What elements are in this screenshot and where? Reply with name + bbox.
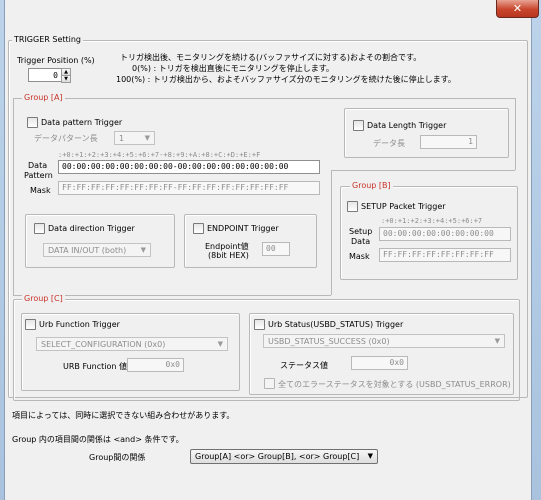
setup-data-label-2: Data: [351, 237, 371, 246]
data-pattern-length-select[interactable]: 1 ▼: [114, 131, 155, 145]
trigger-desc-3: 100(%) : トリガ検出から、およそバッファサイズ分のモニタリングを続けた後…: [116, 75, 456, 84]
setup-mask-input[interactable]: FF:FF:FF:FF:FF:FF:FF:FF: [379, 248, 511, 262]
data-length-label: データ長: [373, 139, 405, 148]
trigger-position-label: Trigger Position (%): [17, 56, 95, 65]
setup-packet-trigger-label: SETUP Packet Trigger: [361, 202, 446, 211]
chevron-down-icon: ▼: [217, 340, 223, 348]
trigger-desc-2: 0(%) : トリガを検出直後にモニタリングを停止します。: [132, 64, 334, 73]
chevron-down-icon: ▼: [494, 337, 500, 345]
data-length-frame: [344, 108, 509, 158]
endpoint-trigger-checkbox[interactable]: [193, 223, 204, 234]
urb-status-trigger-checkbox[interactable]: [254, 319, 265, 330]
urb-function-value-label: URB Function 値: [63, 362, 128, 371]
data-length-trigger-label: Data Length Trigger: [367, 121, 447, 130]
data-pattern-ruler: :+0:+1:+2:+3:+4:+5:+6:+7-+8:+9:+A:+8:+C:…: [58, 151, 261, 159]
endpoint-frame: [184, 214, 317, 268]
close-icon: ✕: [512, 2, 523, 15]
all-errors-label: 全てのエラーステータスを対象とする (USBD_STATUS_ERROR): [278, 380, 511, 389]
endpoint-value-label-2: (8bit HEX): [208, 251, 249, 260]
chevron-down-icon: ▼: [367, 452, 373, 460]
setup-mask-label: Mask: [349, 252, 370, 261]
trigger-position-value: 0: [53, 71, 58, 80]
group-relation-note: Group 内の項目間の関係は <and> 条件です。: [12, 435, 184, 444]
urb-function-trigger-checkbox[interactable]: [25, 319, 36, 330]
setup-packet-trigger-checkbox[interactable]: [347, 201, 358, 212]
urb-function-trigger-label: Urb Function Trigger: [39, 320, 120, 329]
data-length-trigger-checkbox[interactable]: [353, 120, 364, 131]
trigger-desc-1: トリガ検出後、モニタリングを続ける(バッファサイズに対する)およその割合です。: [120, 53, 422, 62]
trigger-position-input[interactable]: 0: [28, 68, 62, 82]
data-length-input[interactable]: 1: [420, 135, 477, 149]
endpoint-value-input[interactable]: 00: [262, 242, 290, 256]
data-pattern-mask-input[interactable]: FF:FF:FF:FF:FF:FF:FF:FF-FF:FF:FF:FF:FF:F…: [58, 181, 320, 195]
all-errors-checkbox[interactable]: [264, 378, 275, 389]
urb-status-trigger-label: Urb Status(USBD_STATUS) Trigger: [268, 320, 404, 329]
urb-status-value-input[interactable]: 0x0: [351, 356, 408, 370]
setup-data-input[interactable]: 00:00:00:00:00:00:00:00: [379, 227, 511, 241]
data-pattern-label-1: Data: [28, 161, 48, 170]
group-relation-select[interactable]: Group[A] <or> Group[B], <or> Group[C] ▼: [190, 449, 378, 464]
endpoint-trigger-label: ENDPOINT Trigger: [207, 224, 279, 233]
group-relation-label: Group間の関係: [89, 453, 146, 462]
data-pattern-input[interactable]: 00:00:00:00:00:00:00:00-00:00:00:00:00:0…: [58, 160, 320, 174]
group-b-legend: Group [B]: [350, 181, 393, 190]
group-c-legend: Group [C]: [22, 294, 65, 303]
data-pattern-mask-label: Mask: [30, 186, 51, 195]
data-direction-trigger-checkbox[interactable]: [34, 223, 45, 234]
setup-packet-ruler: :+0:+1:+2:+3:+4:+5:+6:+7: [381, 217, 483, 225]
urb-function-value-input[interactable]: 0x0: [127, 358, 184, 372]
data-pattern-label-2: Pattern: [24, 171, 53, 180]
close-button[interactable]: ✕: [496, 0, 539, 18]
data-direction-select[interactable]: DATA IN/OUT (both) ▼: [43, 243, 151, 257]
urb-status-select[interactable]: USBD_STATUS_SUCCESS (0x0) ▼: [263, 334, 505, 348]
urb-status-value-label: ステータス値: [280, 361, 328, 370]
trigger-setting-title: TRIGGER Setting: [12, 35, 84, 44]
group-a-legend: Group [A]: [22, 93, 65, 102]
chevron-down-icon: ▼: [140, 246, 146, 254]
setup-data-label-1: Setup: [349, 227, 373, 236]
group-a-frame: [13, 98, 515, 99]
spin-down-button[interactable]: ▼: [61, 75, 71, 83]
data-pattern-length-label: データパターン長: [34, 134, 98, 143]
data-pattern-trigger-checkbox[interactable]: [27, 117, 38, 128]
chevron-down-icon: ▼: [144, 134, 150, 142]
urb-function-select[interactable]: SELECT_CONFIGURATION (0x0) ▼: [36, 337, 228, 351]
data-direction-frame: [25, 214, 175, 268]
data-direction-trigger-label: Data direction Trigger: [48, 224, 135, 233]
combination-note: 項目によっては、同時に選択できない組み合わせがあります。: [12, 411, 235, 420]
data-pattern-trigger-label: Data pattern Trigger: [41, 118, 123, 127]
